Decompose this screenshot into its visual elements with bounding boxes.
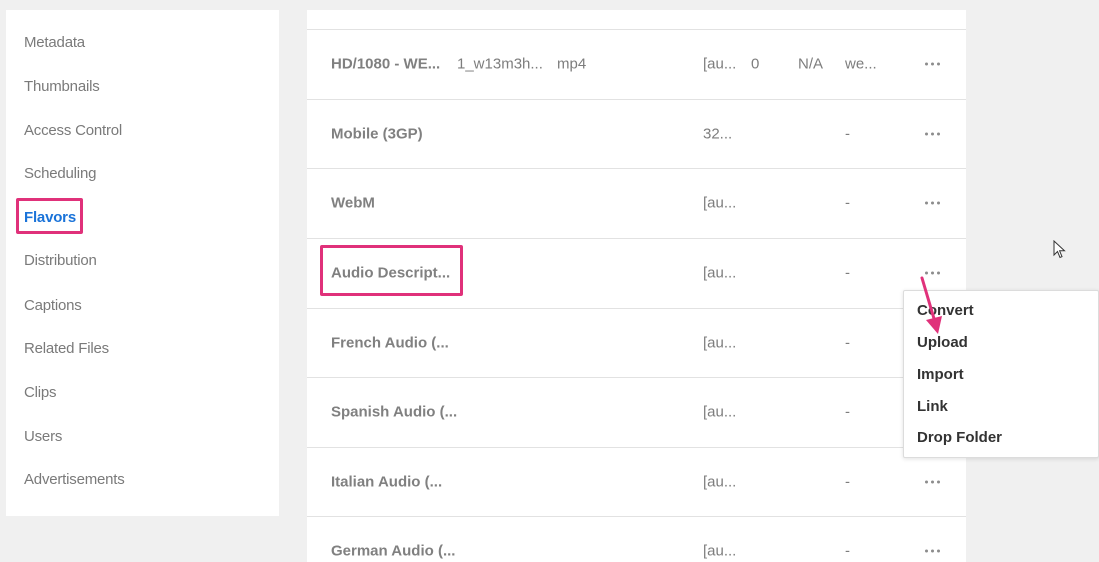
menu-item-link[interactable]: Link (917, 398, 948, 415)
flavor-name[interactable]: French Audio (... (331, 335, 449, 352)
sidebar-item-clips[interactable]: Clips (24, 384, 57, 401)
flavor-codec: [au... (703, 473, 737, 491)
sidebar-item-scheduling[interactable]: Scheduling (24, 165, 96, 182)
sidebar-item-metadata[interactable]: Metadata (24, 34, 85, 51)
sidebar-item-related-files[interactable]: Related Files (24, 340, 109, 357)
table-row: Spanish Audio (... [au... - (307, 377, 966, 446)
flavor-codec: [au... (703, 334, 737, 352)
flavor-codec: [au... (703, 542, 737, 560)
sidebar-item-users[interactable]: Users (24, 428, 62, 445)
table-row: German Audio (... [au... - (307, 516, 966, 562)
flavor-bitrate: 0 (751, 55, 760, 73)
flavor-codec: [au... (703, 194, 737, 212)
flavor-name[interactable]: Italian Audio (... (331, 474, 442, 491)
flavor-size: - (845, 403, 850, 421)
flavor-name[interactable]: Mobile (3GP) (331, 126, 423, 143)
table-row: WebM [au... - (307, 168, 966, 237)
sidebar-item-captions[interactable]: Captions (24, 297, 82, 314)
more-actions-icon[interactable] (925, 201, 940, 205)
table-row: Mobile (3GP) 32... - (307, 99, 966, 168)
table-row: French Audio (... [au... - (307, 308, 966, 377)
flavor-codec: [au... (703, 55, 737, 73)
more-actions-icon[interactable] (925, 480, 940, 484)
flavor-size: - (845, 334, 850, 352)
flavor-size: - (845, 264, 850, 282)
annotation-arrow-icon (920, 276, 942, 334)
flavor-codec: [au... (703, 403, 737, 421)
flavor-id: 1_w13m3h... (457, 55, 543, 73)
flavor-name[interactable]: HD/1080 - WE... (331, 56, 440, 73)
flavor-size: - (845, 473, 850, 491)
flavors-highlight-box (16, 198, 83, 234)
flavor-name[interactable]: Spanish Audio (... (331, 404, 457, 421)
flavor-size: - (845, 194, 850, 212)
more-actions-icon[interactable] (925, 549, 940, 553)
menu-item-import[interactable]: Import (917, 366, 964, 383)
audio-description-highlight-box (320, 245, 463, 296)
sidebar: Metadata Thumbnails Access Control Sched… (6, 10, 279, 516)
table-row: Italian Audio (... [au... - (307, 447, 966, 516)
flavor-tags: we... (845, 55, 877, 73)
flavor-size: - (845, 542, 850, 560)
flavor-codec: [au... (703, 264, 737, 282)
sidebar-item-access-control[interactable]: Access Control (24, 122, 122, 139)
flavor-size: - (845, 125, 850, 143)
more-actions-icon[interactable] (925, 62, 940, 66)
menu-item-drop-folder[interactable]: Drop Folder (917, 429, 1002, 446)
sidebar-item-distribution[interactable]: Distribution (24, 252, 97, 269)
flavor-format: mp4 (557, 55, 587, 73)
flavor-codec: 32... (703, 125, 733, 143)
flavor-name[interactable]: WebM (331, 195, 375, 212)
flavor-size: N/A (798, 55, 824, 73)
mouse-cursor-icon (1053, 240, 1066, 259)
sidebar-item-advertisements[interactable]: Advertisements (24, 471, 125, 488)
sidebar-item-thumbnails[interactable]: Thumbnails (24, 78, 100, 95)
more-actions-icon[interactable] (925, 132, 940, 136)
more-actions-icon[interactable] (925, 271, 940, 275)
table-row: HD/1080 - WE... 1_w13m3h... mp4 [au... 0… (307, 29, 966, 98)
flavor-name[interactable]: German Audio (... (331, 543, 455, 560)
